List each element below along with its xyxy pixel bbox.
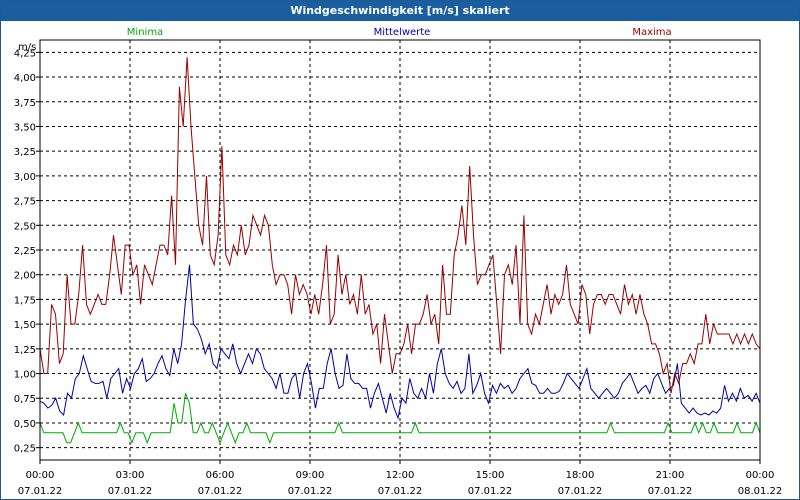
x-tick-date: 07.01.22 [378, 486, 423, 497]
grid [40, 40, 760, 460]
x-tick-date: 07.01.22 [468, 486, 513, 497]
y-tick-label: 1,50 [14, 320, 36, 331]
y-tick-label: 3,75 [14, 98, 36, 109]
x-tick-time: 21:00 [656, 470, 685, 481]
y-tick-label: 1,75 [14, 295, 36, 306]
x-tick-time: 18:00 [566, 470, 595, 481]
x-tick-time: 00:00 [746, 470, 775, 481]
y-tick-label: 3,00 [14, 172, 36, 183]
x-tick-date: 07.01.22 [198, 486, 243, 497]
y-axis-label: m/s [18, 42, 36, 53]
y-tick-label: 0,25 [14, 444, 36, 455]
legend-mittelwerte: Mittelwerte [374, 27, 431, 38]
x-tick-date: 08.01.22 [738, 486, 783, 497]
legend-minima: Minima [127, 27, 163, 38]
x-tick-time: 12:00 [386, 470, 415, 481]
y-tick-label: 2,00 [14, 271, 36, 282]
x-tick-time: 03:00 [116, 470, 145, 481]
x-tick-date: 07.01.22 [288, 486, 333, 497]
x-tick-date: 07.01.22 [648, 486, 693, 497]
x-axis-ticks: 00:00 07.01.22 03:00 07.01.22 06:00 07.01.22 0… [18, 460, 783, 497]
y-tick-label: 2,25 [14, 246, 36, 257]
y-tick-label: 0,50 [14, 419, 36, 430]
x-tick-time: 06:00 [206, 470, 235, 481]
legend: Minima Mittelwerte Maxima [127, 27, 672, 38]
y-tick-label: 3,25 [14, 147, 36, 158]
x-tick-time: 00:00 [26, 470, 55, 481]
x-tick-date: 07.01.22 [108, 486, 153, 497]
y-tick-label: 1,00 [14, 370, 36, 381]
wind-speed-chart: 0,25 0,50 0,75 1,00 1,25 1,50 1,75 2,00 2,25 2,50… [14, 27, 783, 497]
y-tick-label: 2,50 [14, 221, 36, 232]
y-tick-label: 2,75 [14, 197, 36, 208]
x-tick-time: 09:00 [296, 470, 325, 481]
x-tick-date: 07.01.22 [18, 486, 63, 497]
x-tick-date: 07.01.22 [558, 486, 603, 497]
y-axis-ticks: 0,25 0,50 0,75 1,00 1,25 1,50 1,75 2,00 2,25 2,50… [14, 48, 40, 455]
legend-maxima: Maxima [632, 27, 671, 38]
y-tick-label: 4,00 [14, 73, 36, 84]
x-tick-time: 15:00 [476, 470, 505, 481]
y-tick-label: 3,50 [14, 122, 36, 133]
y-tick-label: 0,75 [14, 394, 36, 405]
y-tick-label: 1,25 [14, 345, 36, 356]
